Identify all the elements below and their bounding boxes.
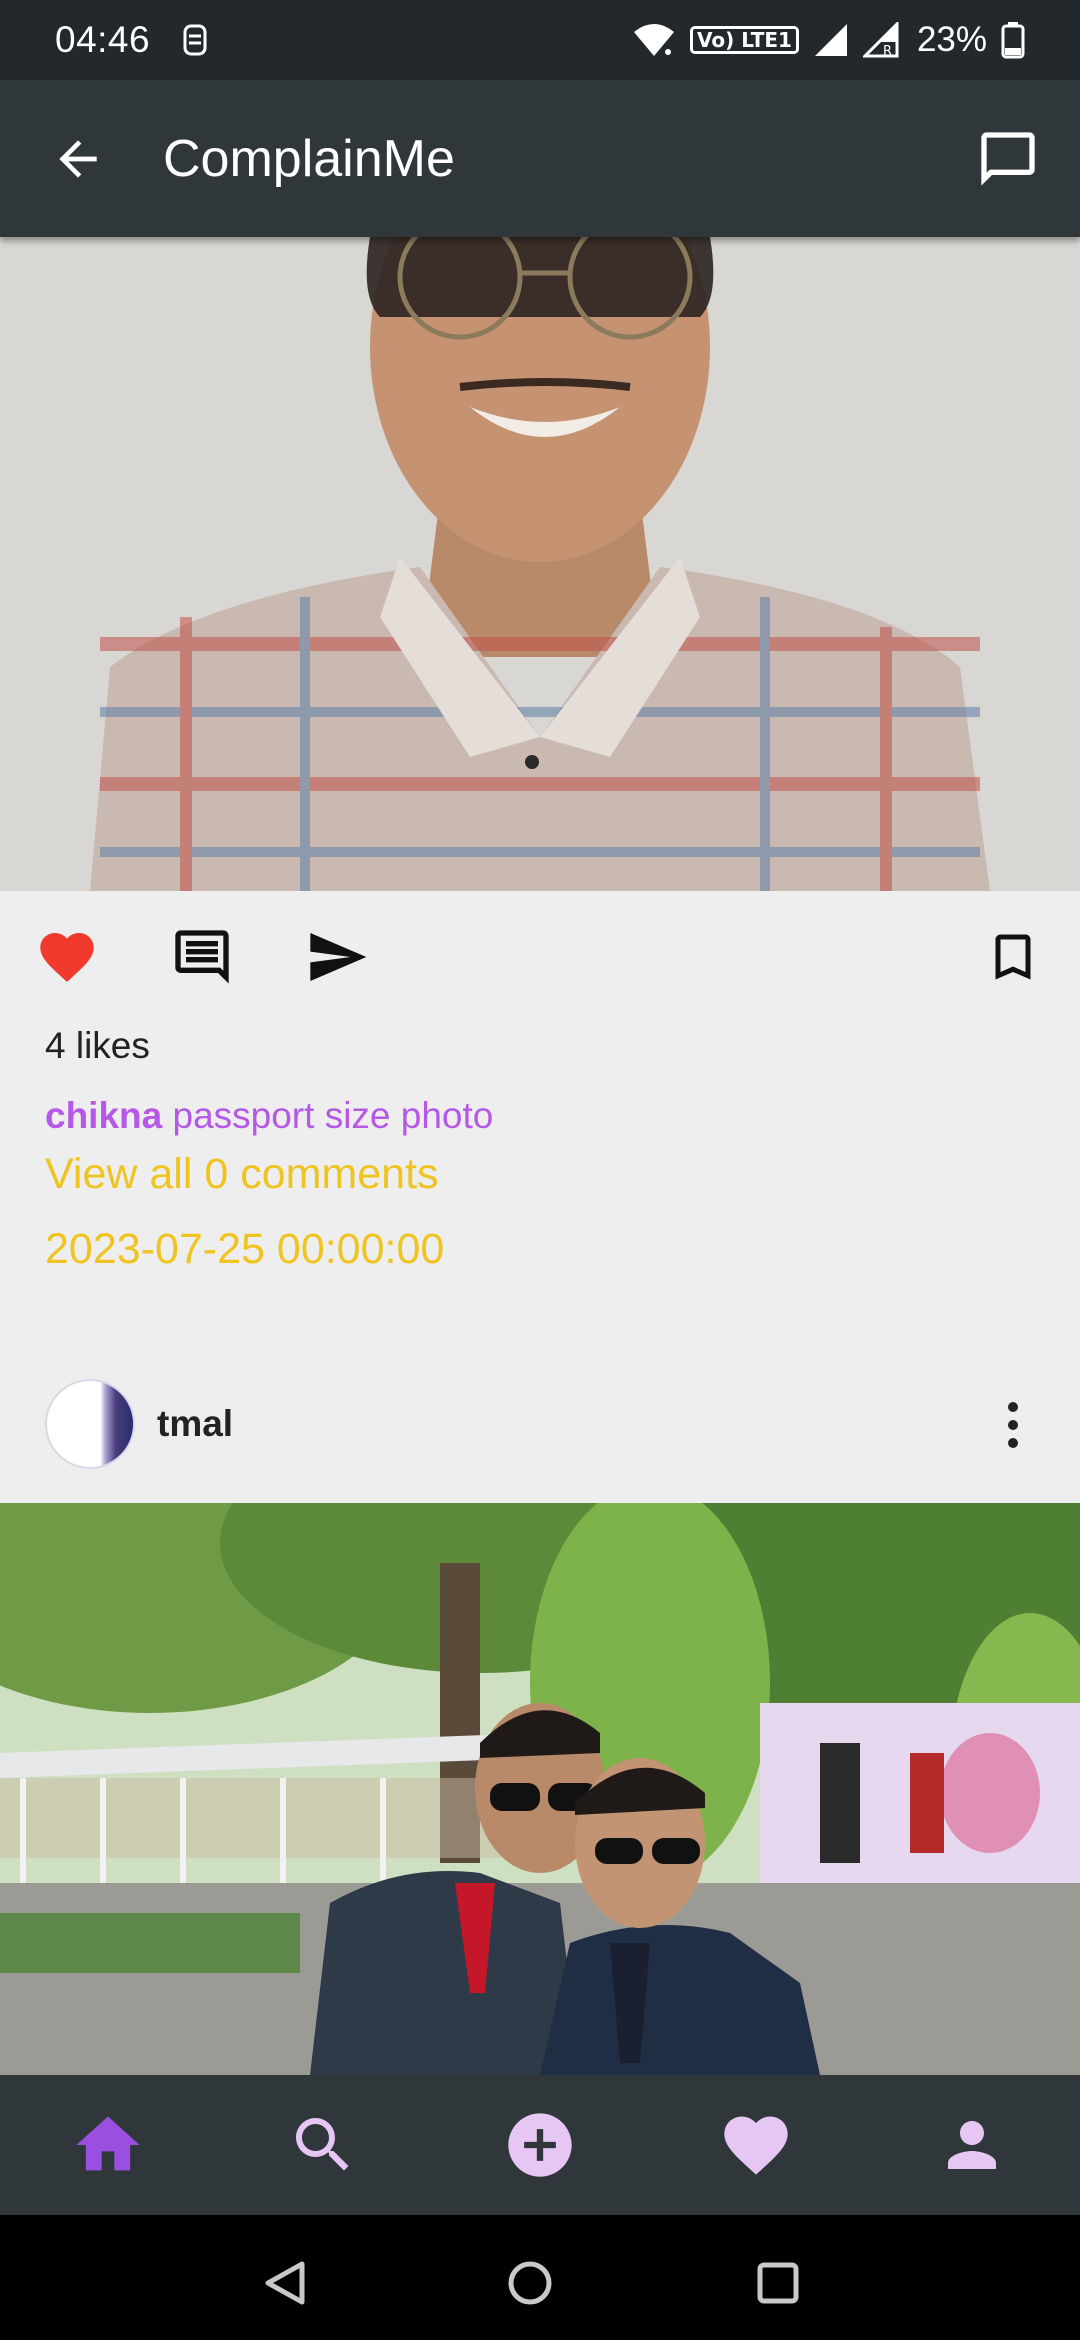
heart-icon — [724, 2116, 788, 2175]
portrait-photo — [0, 237, 1080, 891]
caption-text: passport size photo — [172, 1095, 494, 1136]
system-navigation-bar — [0, 2215, 1080, 2340]
volte-badge: Vo) LTE1 — [690, 26, 799, 54]
heart-filled-icon — [40, 933, 94, 982]
nav-home[interactable] — [68, 2105, 148, 2185]
nav-profile[interactable] — [932, 2105, 1012, 2185]
comment-icon — [175, 930, 229, 984]
bottom-navigation — [0, 2075, 1080, 2215]
likes-count[interactable]: 4 likes — [45, 1025, 150, 1067]
wifi-icon — [634, 24, 675, 56]
arrow-back-icon — [59, 139, 97, 178]
post-username[interactable]: tmal — [157, 1403, 233, 1445]
add-circle-icon — [508, 2113, 572, 2177]
screen: 04:46 Vo) LTE1 R 23% ComplainMe 4 likes … — [0, 0, 1080, 2340]
system-home-button[interactable] — [500, 2253, 560, 2313]
triangle-back-icon — [265, 2261, 305, 2305]
home-icon — [76, 2116, 140, 2171]
signal-icon — [814, 24, 847, 56]
search-icon — [296, 2118, 349, 2171]
post-options-button[interactable] — [985, 1390, 1041, 1460]
circle-home-icon — [508, 2261, 552, 2305]
more-vertical-icon — [1008, 1402, 1018, 1448]
messages-button[interactable] — [966, 117, 1050, 201]
post-image[interactable] — [0, 1503, 1080, 2075]
status-icons: Vo) LTE1 R 23% — [632, 20, 1025, 60]
avatar[interactable] — [45, 1379, 135, 1469]
outdoor-photo — [0, 1503, 1080, 2075]
post-image[interactable] — [0, 237, 1080, 891]
caption-username[interactable]: chikna — [45, 1095, 162, 1136]
send-icon — [310, 933, 367, 981]
nav-activity[interactable] — [716, 2105, 796, 2185]
post-caption: chikna passport size photo — [45, 1095, 493, 1137]
system-recents-button[interactable] — [748, 2253, 808, 2313]
battery-icon — [1001, 22, 1025, 59]
square-recents-icon — [757, 2262, 799, 2304]
status-time: 04:46 — [55, 19, 151, 60]
bookmark-icon — [995, 934, 1031, 980]
back-button[interactable] — [38, 119, 118, 199]
status-bar: 04:46 Vo) LTE1 R 23% — [0, 0, 1080, 80]
nav-search[interactable] — [283, 2105, 363, 2185]
chat-bubble-icon — [981, 131, 1035, 186]
app-bar: ComplainMe — [0, 80, 1080, 237]
bookmark-button[interactable] — [978, 922, 1048, 992]
nav-add-post[interactable] — [500, 2105, 580, 2185]
like-button[interactable] — [32, 922, 102, 992]
battery-percent: 23% — [916, 20, 987, 59]
sim-status-icon — [183, 24, 207, 56]
signal-roaming-icon: R — [862, 22, 899, 58]
share-button[interactable] — [302, 922, 372, 992]
app-title: ComplainMe — [163, 129, 455, 188]
view-all-comments-link[interactable]: View all 0 comments — [45, 1150, 439, 1199]
post-actions — [0, 900, 1080, 1010]
svg-text:R: R — [883, 44, 892, 58]
person-icon — [948, 2121, 996, 2169]
comment-button[interactable] — [167, 922, 237, 992]
system-back-button[interactable] — [255, 2253, 315, 2313]
post-header: tmal — [0, 1375, 1080, 1475]
post-date: 2023-07-25 00:00:00 — [45, 1225, 445, 1273]
